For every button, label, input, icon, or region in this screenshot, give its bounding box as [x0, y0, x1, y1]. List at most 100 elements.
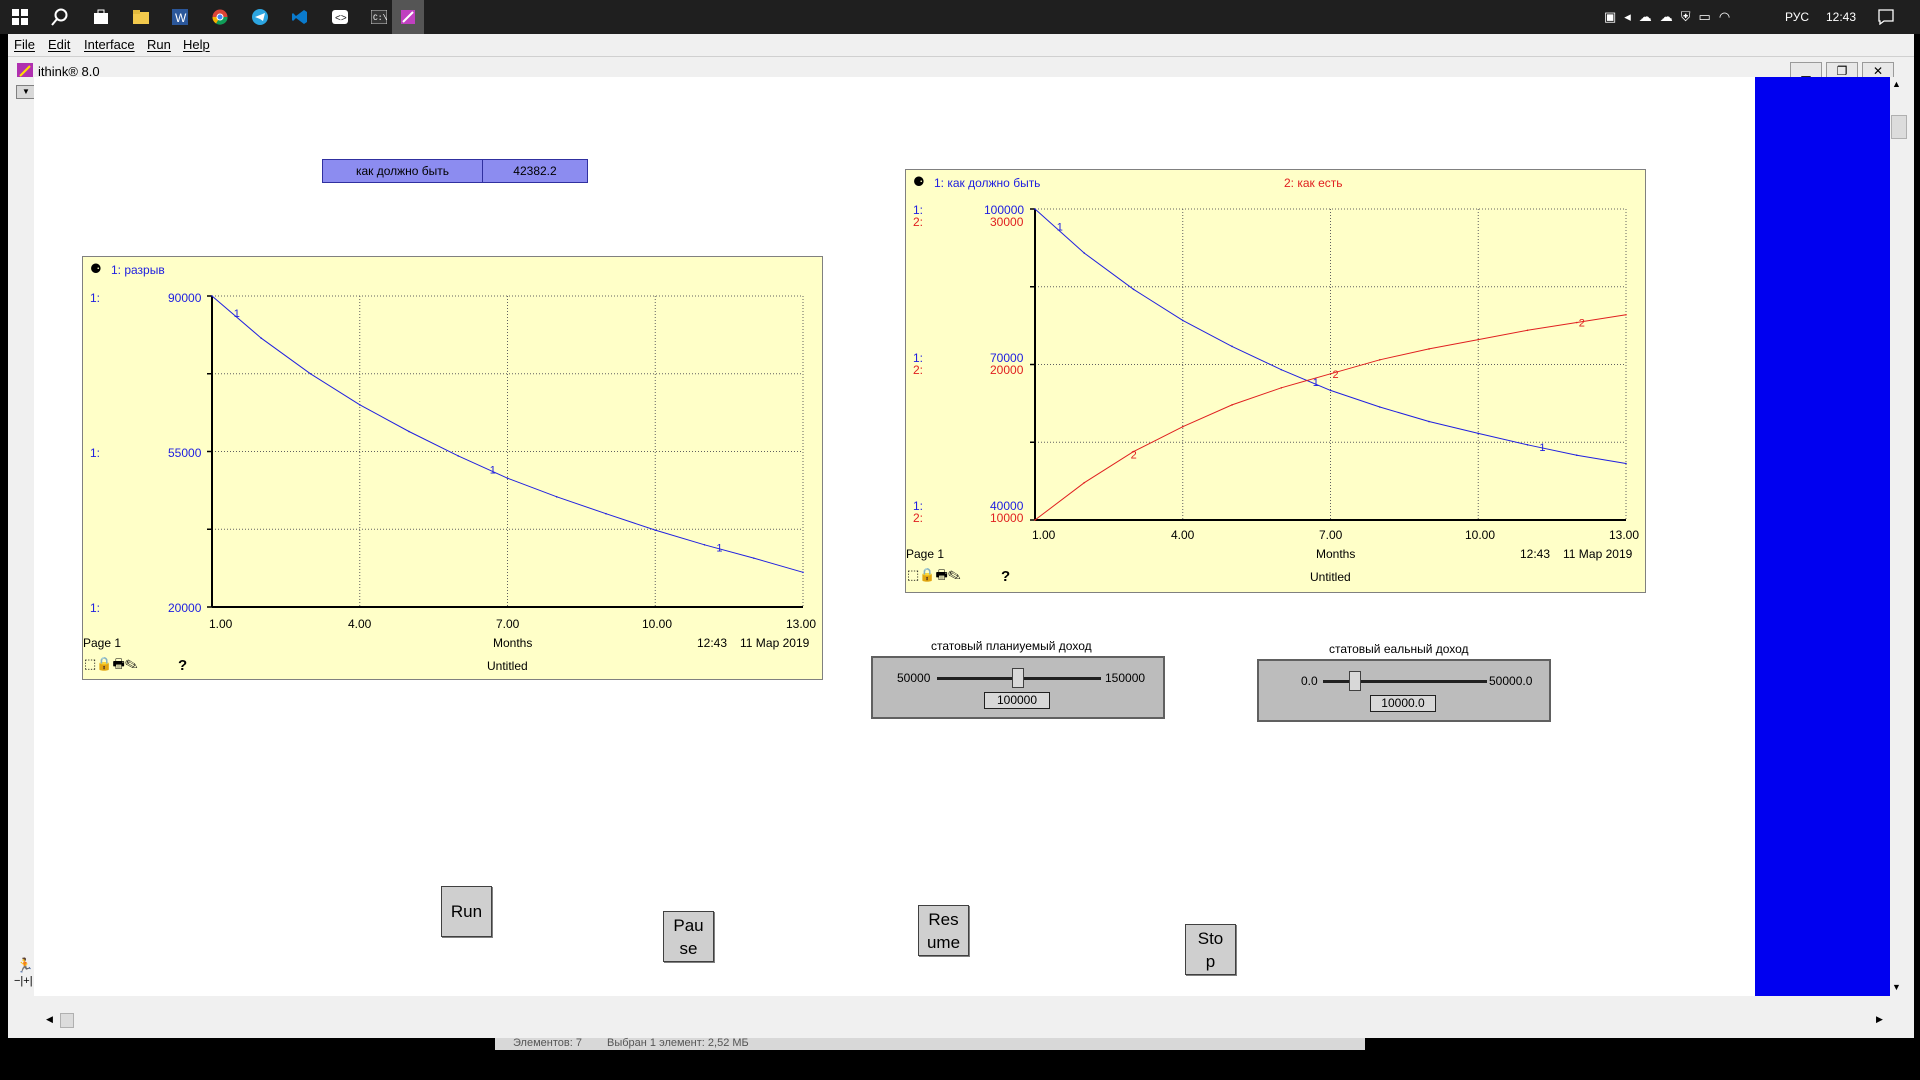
slider-1-max: 150000	[1105, 671, 1146, 685]
store-icon[interactable]	[89, 5, 113, 29]
system-tray: ▣◂☁☁⛨▭◠	[1604, 0, 1738, 34]
graph-page-label: Page 1	[83, 636, 122, 650]
data-point	[506, 477, 509, 479]
data-point	[1428, 420, 1430, 423]
series-marker-label: 1	[1057, 222, 1063, 234]
horizontal-scrollbar[interactable]: ◀ ▶	[34, 1012, 1906, 1028]
menu-edit[interactable]: Edit	[48, 37, 70, 52]
language-indicator[interactable]: РУС	[1785, 0, 1809, 34]
graph-pad-comparison[interactable]: 111222 ⚈ 1: как должно быть 2: как есть …	[905, 169, 1646, 593]
data-point	[605, 512, 607, 515]
numeric-display-value: 42382.2	[513, 164, 557, 178]
data-point	[260, 337, 263, 340]
graph-pad-gap[interactable]: 1 1 1 ⚈ 1: разрыв 1: 1: 1: 90000 55000 200…	[82, 256, 823, 680]
menu-help[interactable]: Help	[183, 37, 210, 52]
graph-date: 11 Мар 2019	[1563, 547, 1633, 561]
series-marker-label: 2	[1579, 318, 1585, 330]
graph-doc-name: Untitled	[1310, 570, 1351, 584]
run-button[interactable]: Run	[441, 886, 492, 937]
slider-2-min: 0.0	[1301, 674, 1318, 688]
graph-pin-icon[interactable]: ⚈	[90, 261, 102, 277]
telegram-icon[interactable]	[248, 5, 272, 29]
x-tick-label: 7.00	[496, 617, 520, 631]
x-tick-label: 13.00	[1609, 528, 1640, 542]
graph-comparison-plot: 111222	[1030, 208, 1627, 521]
terminal-icon[interactable]: C:\	[367, 5, 391, 29]
zoom-controls[interactable]: −|+|	[14, 975, 33, 987]
menu-run[interactable]: Run	[147, 37, 171, 52]
scroll-down-icon[interactable]: ▼	[1892, 982, 1901, 992]
scroll-right-icon[interactable]: ▶	[1876, 1014, 1883, 1025]
model-canvas[interactable]: как должно быть 42382.2 1 1 1 ⚈ 1: разрыв …	[34, 77, 1755, 996]
chrome-icon[interactable]	[208, 5, 232, 29]
numeric-display[interactable]: как должно быть 42382.2	[322, 159, 588, 183]
notifications-icon[interactable]	[1874, 5, 1898, 29]
slider-1-value-field[interactable]: 100000	[984, 692, 1050, 709]
scroll-thumb[interactable]	[1891, 115, 1907, 139]
data-point	[1625, 462, 1627, 465]
file-explorer-icon[interactable]	[129, 5, 153, 29]
numeric-display-label: как должно быть	[323, 160, 483, 182]
scroll-left-icon[interactable]: ◀	[46, 1014, 53, 1025]
tray-icons[interactable]: ▣◂☁☁⛨▭◠	[1604, 9, 1738, 25]
slider-2[interactable]: 0.0 50000.0 10000.0	[1257, 659, 1551, 722]
data-point	[1477, 338, 1480, 341]
data-point	[1181, 319, 1184, 322]
pause-button[interactable]: Pau se	[663, 911, 714, 962]
graph-help-icon[interactable]: ?	[178, 657, 187, 674]
data-point	[1181, 425, 1184, 428]
data-point	[1034, 519, 1036, 521]
x-tick-label: 10.00	[642, 617, 673, 631]
app-icon[interactable]: <>	[328, 5, 352, 29]
scroll-up-icon[interactable]: ▲	[1892, 79, 1901, 89]
data-point	[1280, 387, 1283, 389]
slider-2-track[interactable]	[1323, 680, 1487, 683]
y2-prefix: 2:	[913, 511, 924, 525]
word-icon[interactable]: W	[168, 5, 192, 29]
series-marker-label: 1	[490, 464, 496, 476]
data-point	[1280, 368, 1283, 371]
data-point	[309, 372, 312, 375]
series-marker-label: 1	[1539, 442, 1545, 454]
x-tick-label: 7.00	[1319, 528, 1343, 542]
search-icon[interactable]	[48, 5, 72, 29]
stop-button[interactable]: Sto p	[1185, 924, 1236, 975]
y-prefix-top: 1:	[90, 291, 101, 305]
data-point	[1083, 252, 1086, 254]
data-point	[555, 496, 558, 498]
vscode-icon[interactable]	[288, 5, 312, 29]
data-point	[1477, 432, 1480, 435]
menu-interface[interactable]: Interface	[84, 37, 135, 52]
graph-controls-icon[interactable]: ⬚🔒🖶✎	[907, 566, 961, 588]
resume-button[interactable]: Res ume	[918, 905, 969, 956]
explorer-status-bar: Элементов: 7 Выбран 1 элемент: 2,52 МБ	[495, 1037, 1365, 1050]
svg-text:W: W	[175, 11, 187, 25]
data-point	[1575, 321, 1578, 324]
slider-1[interactable]: 50000 150000 100000	[871, 656, 1165, 719]
slider-1-thumb[interactable]	[1012, 668, 1024, 688]
graph-time: 12:43	[1520, 547, 1551, 561]
windows-logo-icon[interactable]	[8, 5, 32, 29]
graph-controls-icon[interactable]: ⬚🔒🖶✎	[84, 655, 138, 677]
data-point	[1231, 345, 1233, 348]
vertical-scrollbar[interactable]: ▲ ▼	[1890, 77, 1907, 996]
hscroll-thumb[interactable]	[60, 1013, 74, 1028]
clock[interactable]: 12:43	[1826, 0, 1856, 34]
graph-doc-name: Untitled	[487, 659, 528, 673]
svg-text:<>: <>	[335, 13, 347, 24]
graph-help-icon[interactable]: ?	[1001, 568, 1010, 585]
data-point	[703, 544, 706, 546]
ithink-icon[interactable]	[392, 0, 424, 34]
svg-text:C:\: C:\	[373, 14, 387, 23]
layer-dropdown-button[interactable]: ▼	[16, 85, 36, 99]
y-prefix-mid: 1:	[90, 446, 101, 460]
menu-file[interactable]: File	[14, 37, 35, 52]
run-speed-icon[interactable]: 🏃	[16, 957, 33, 974]
slider-2-value-field[interactable]: 10000.0	[1370, 695, 1436, 712]
graph-pin-icon[interactable]: ⚈	[913, 174, 925, 190]
y-prefix-bottom: 1:	[90, 601, 101, 615]
data-point	[408, 430, 410, 433]
slider-2-thumb[interactable]	[1349, 671, 1361, 691]
data-point	[457, 455, 460, 457]
y-tick-label: 90000	[168, 291, 202, 305]
